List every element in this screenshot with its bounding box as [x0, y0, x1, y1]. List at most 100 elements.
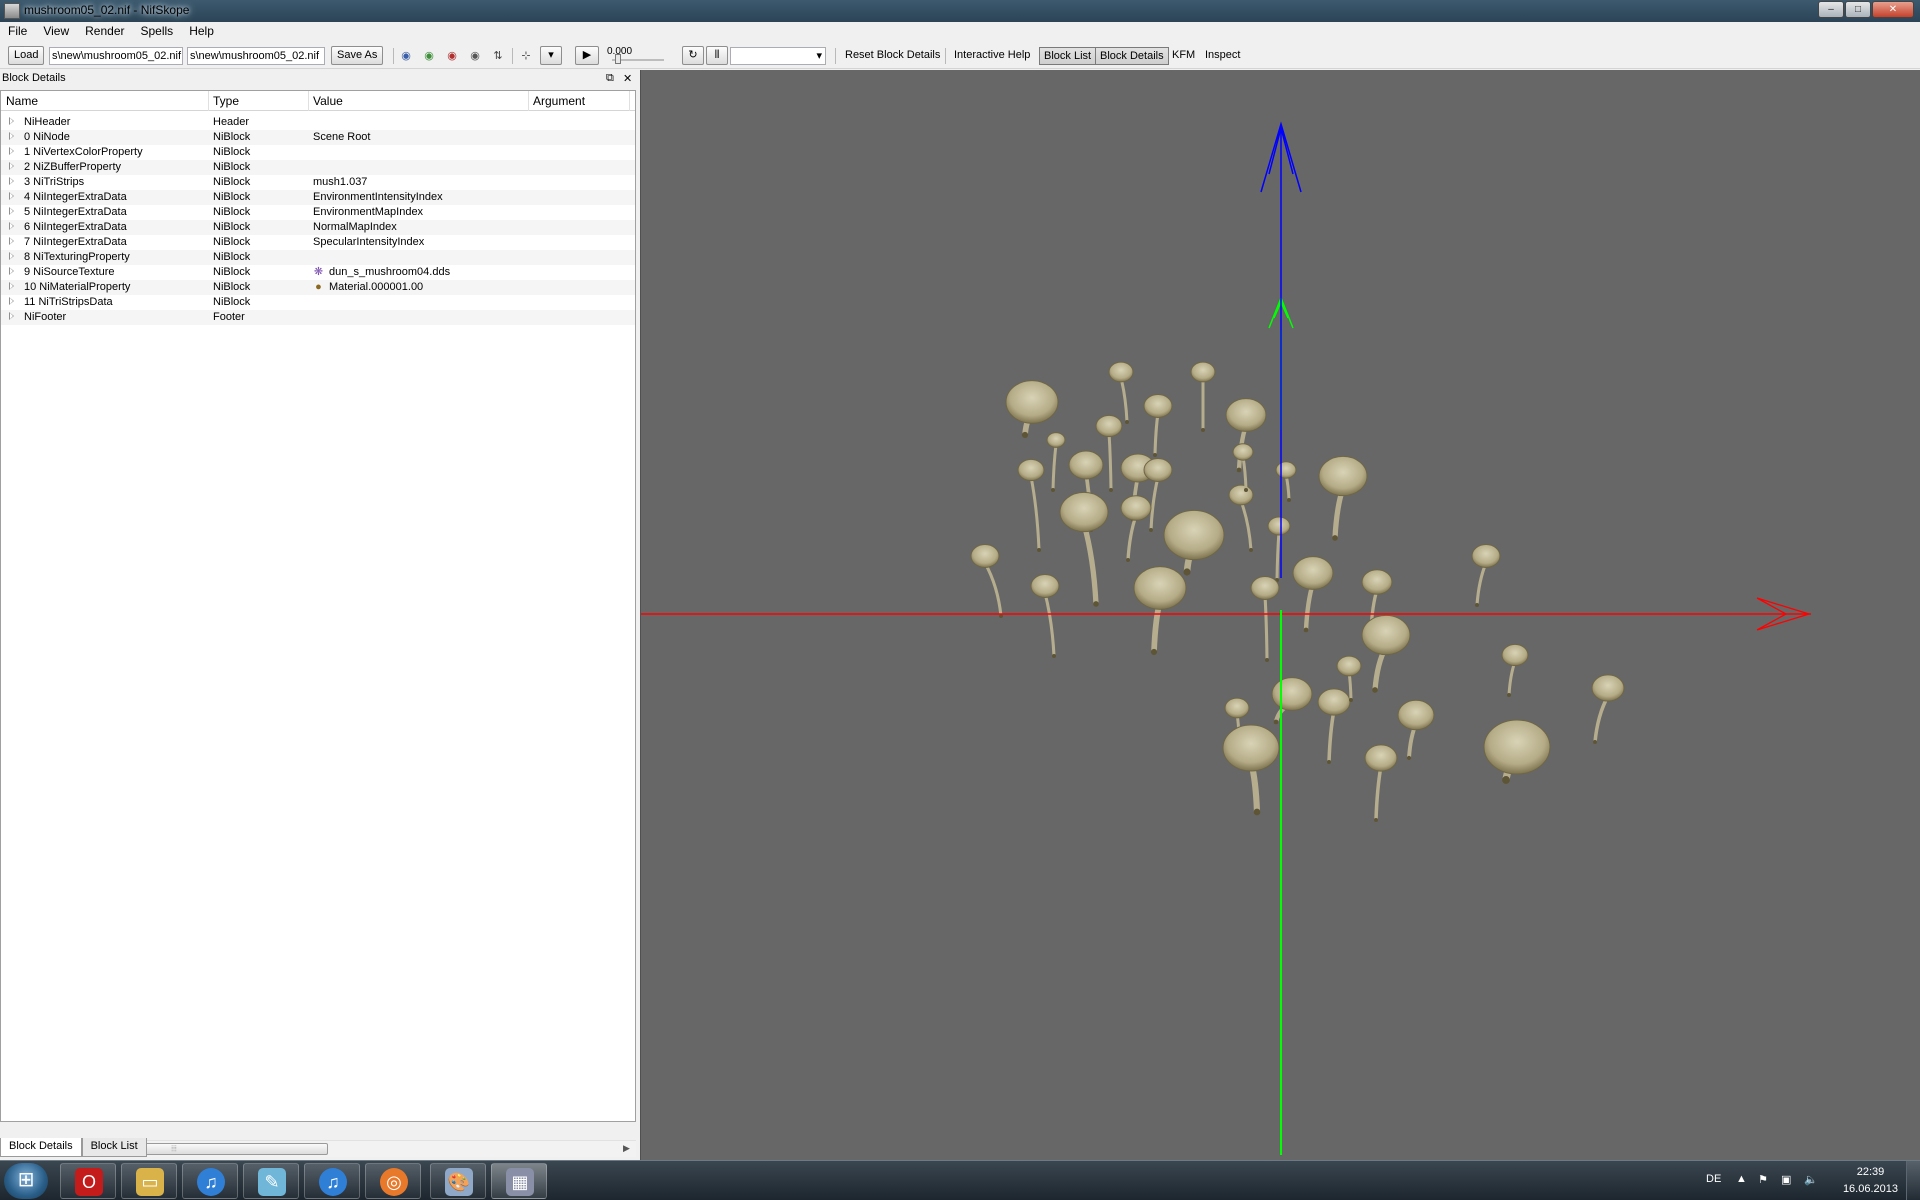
- select-icon[interactable]: ⊹: [517, 48, 535, 64]
- tree-row[interactable]: NiFooter Footer: [1, 310, 635, 325]
- reset-block-details-button[interactable]: Reset Block Details: [845, 49, 940, 61]
- switch-button[interactable]: ⫴: [706, 46, 728, 65]
- expand-arrow-icon[interactable]: [9, 282, 14, 290]
- load-button[interactable]: Load: [8, 46, 45, 65]
- tree-row[interactable]: 7 NiIntegerExtraData NiBlock SpecularInten…: [1, 235, 635, 250]
- block-details-toggle[interactable]: Block Details: [1095, 47, 1169, 65]
- menu-render[interactable]: Render: [77, 22, 132, 42]
- taskbar-opera[interactable]: O: [60, 1163, 116, 1199]
- play-button[interactable]: ▶: [575, 46, 599, 65]
- animation-select[interactable]: ▾: [730, 47, 826, 65]
- view-front-eye-icon[interactable]: ◉: [420, 48, 438, 64]
- show-desktop-button[interactable]: [1906, 1161, 1920, 1200]
- menu-help[interactable]: Help: [181, 22, 222, 42]
- row-type: NiBlock: [213, 176, 251, 188]
- tree-row[interactable]: 6 NiIntegerExtraData NiBlock NormalMapInde…: [1, 220, 635, 235]
- taskbar-paint[interactable]: 🎨: [430, 1163, 486, 1199]
- row-type: Footer: [213, 311, 245, 323]
- taskbar-nifskope[interactable]: ▦: [491, 1163, 547, 1199]
- expand-arrow-icon[interactable]: [9, 207, 14, 215]
- block-details-dock: Block Details ⧉ ✕ Name Type Value Argume…: [0, 70, 638, 1160]
- mushroom-base: [1406, 755, 1412, 761]
- volume-icon[interactable]: 🔈: [1804, 1173, 1818, 1186]
- column-type[interactable]: Type: [213, 94, 239, 109]
- tree-row[interactable]: 4 NiIntegerExtraData NiBlock EnvironmentIn…: [1, 190, 635, 205]
- scroll-right-icon[interactable]: ▶: [623, 1143, 630, 1154]
- render-viewport[interactable]: [640, 70, 1920, 1160]
- mushroom-model: [1017, 458, 1045, 552]
- column-divider[interactable]: [629, 91, 630, 111]
- expand-arrow-icon[interactable]: [9, 192, 14, 200]
- tree-row[interactable]: NiHeader Header: [1, 115, 635, 130]
- column-divider[interactable]: [528, 91, 529, 111]
- expand-arrow-icon[interactable]: [9, 132, 14, 140]
- load-path-field[interactable]: s\new\mushroom05_02.nif: [49, 47, 183, 65]
- tree-row[interactable]: 2 NiZBufferProperty NiBlock: [1, 160, 635, 175]
- dropdown-button[interactable]: ▾: [540, 46, 562, 65]
- time-slider-handle[interactable]: [615, 54, 621, 64]
- menu-spells[interactable]: Spells: [133, 22, 182, 42]
- expand-arrow-icon[interactable]: [9, 147, 14, 155]
- minimize-button[interactable]: –: [1818, 1, 1844, 18]
- row-type: NiBlock: [213, 146, 251, 158]
- expand-arrow-icon[interactable]: [9, 177, 14, 185]
- taskbar-blender[interactable]: ◎: [365, 1163, 421, 1199]
- tree-row[interactable]: 8 NiTexturingProperty NiBlock: [1, 250, 635, 265]
- tree-row[interactable]: 9 NiSourceTexture NiBlock ❋ dun_s_mushroom0…: [1, 265, 635, 280]
- tree-row[interactable]: 1 NiVertexColorProperty NiBlock: [1, 145, 635, 160]
- view-user-eye-icon[interactable]: ◉: [466, 48, 484, 64]
- mushroom-stem: [1119, 376, 1129, 424]
- taskbar-itunes[interactable]: ♫: [182, 1163, 238, 1199]
- expand-arrow-icon[interactable]: [9, 252, 14, 260]
- view-side-eye-icon[interactable]: ◉: [443, 48, 461, 64]
- system-clock[interactable]: 22:39 16.06.2013: [1843, 1164, 1898, 1198]
- expand-arrow-icon[interactable]: [9, 222, 14, 230]
- walk-icon[interactable]: ⇅: [489, 48, 507, 64]
- interactive-help-button[interactable]: Interactive Help: [954, 49, 1030, 61]
- tree-row[interactable]: 5 NiIntegerExtraData NiBlock EnvironmentMa…: [1, 205, 635, 220]
- taskbar-explorer[interactable]: ▭: [121, 1163, 177, 1199]
- tab-block-list[interactable]: Block List: [81, 1138, 147, 1157]
- column-divider[interactable]: [208, 91, 209, 111]
- expand-arrow-icon[interactable]: [9, 237, 14, 245]
- menu-view[interactable]: View: [35, 22, 77, 42]
- float-icon[interactable]: ⧉: [606, 72, 614, 85]
- loop-button[interactable]: ↻: [682, 46, 704, 65]
- show-hidden-icons-icon[interactable]: ▲: [1736, 1173, 1747, 1185]
- block-list-toggle[interactable]: Block List: [1039, 47, 1097, 65]
- close-button[interactable]: ✕: [1872, 1, 1914, 18]
- expand-arrow-icon[interactable]: [9, 162, 14, 170]
- language-indicator[interactable]: DE: [1706, 1173, 1721, 1185]
- kfm-button[interactable]: KFM: [1172, 49, 1195, 61]
- expand-arrow-icon[interactable]: [9, 267, 14, 275]
- expand-arrow-icon[interactable]: [9, 297, 14, 305]
- mushroom-cap: [1190, 361, 1216, 383]
- save-path-field[interactable]: s\new\mushroom05_02.nif: [187, 47, 325, 65]
- tree-row[interactable]: 3 NiTriStrips NiBlock mush1.037: [1, 175, 635, 190]
- menu-file[interactable]: File: [0, 22, 35, 42]
- start-button[interactable]: [4, 1163, 48, 1199]
- opera-icon: O: [75, 1168, 103, 1196]
- view-top-eye-icon[interactable]: ◉: [397, 48, 415, 64]
- close-icon[interactable]: ✕: [623, 72, 632, 85]
- column-divider[interactable]: [308, 91, 309, 111]
- column-name[interactable]: Name: [6, 94, 38, 109]
- expand-arrow-icon[interactable]: [9, 117, 14, 125]
- action-center-flag-icon[interactable]: ⚑: [1758, 1173, 1768, 1186]
- inspect-button[interactable]: Inspect: [1205, 49, 1240, 61]
- taskbar-notepad[interactable]: ✎: [243, 1163, 299, 1199]
- block-tree[interactable]: Name Type Value Argument NiHeader Header …: [0, 90, 636, 1157]
- row-type: NiBlock: [213, 131, 251, 143]
- tree-row[interactable]: 0 NiNode NiBlock Scene Root: [1, 130, 635, 145]
- tree-row[interactable]: 10 NiMaterialProperty NiBlock ● Material.00…: [1, 280, 635, 295]
- expand-arrow-icon[interactable]: [9, 312, 14, 320]
- tab-block-details[interactable]: Block Details: [0, 1138, 82, 1157]
- save-as-button[interactable]: Save As: [331, 46, 384, 65]
- column-argument[interactable]: Argument: [533, 94, 585, 109]
- taskbar-itunes-2[interactable]: ♫: [304, 1163, 360, 1199]
- tree-row[interactable]: 11 NiTriStripsData NiBlock: [1, 295, 635, 310]
- column-value[interactable]: Value: [313, 94, 343, 109]
- scene-canvas[interactable]: [641, 70, 1920, 1160]
- maximize-button[interactable]: □: [1845, 1, 1871, 18]
- network-icon[interactable]: ▣: [1781, 1173, 1791, 1186]
